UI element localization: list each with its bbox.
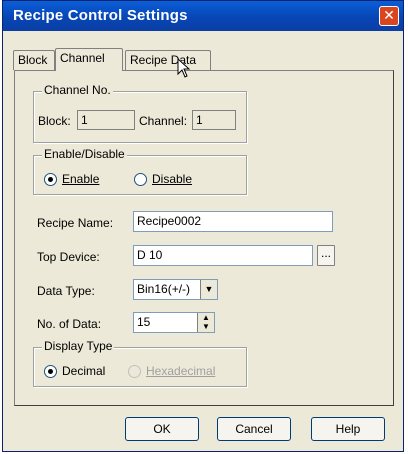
top-device-input[interactable]: D 10 bbox=[133, 245, 313, 266]
dialog-window: Recipe Control Settings ✕ Block Channel … bbox=[2, 0, 404, 452]
enable-label[interactable]: Enable bbox=[62, 172, 99, 186]
enable-disable-group: Enable/Disable Enable Disable bbox=[33, 147, 247, 195]
no-of-data-value: 15 bbox=[137, 315, 151, 329]
top-device-label: Top Device: bbox=[37, 250, 100, 264]
data-type-label: Data Type: bbox=[37, 284, 95, 298]
tab-block[interactable]: Block bbox=[13, 50, 55, 70]
block-label: Block: bbox=[38, 114, 71, 128]
cancel-button[interactable]: Cancel bbox=[217, 417, 291, 441]
no-of-data-stepper[interactable]: 15 ▲ ▼ bbox=[133, 312, 215, 333]
hexadecimal-radio bbox=[128, 365, 141, 378]
recipe-name-label: Recipe Name: bbox=[37, 216, 114, 230]
disable-radio[interactable] bbox=[134, 173, 147, 186]
chevron-down-icon[interactable]: ▼ bbox=[200, 280, 217, 299]
close-button[interactable]: ✕ bbox=[379, 6, 399, 26]
ok-button[interactable]: OK bbox=[125, 417, 199, 441]
close-icon: ✕ bbox=[383, 8, 395, 24]
data-type-value: Bin16(+/-) bbox=[137, 282, 191, 296]
help-button[interactable]: Help bbox=[311, 417, 385, 441]
enable-disable-legend: Enable/Disable bbox=[42, 147, 127, 161]
block-field: 1 bbox=[77, 110, 135, 130]
tab-channel[interactable]: Channel bbox=[55, 48, 123, 71]
recipe-name-input[interactable]: Recipe0002 bbox=[133, 211, 333, 232]
title-bar[interactable]: Recipe Control Settings ✕ bbox=[3, 1, 403, 31]
disable-label[interactable]: Disable bbox=[152, 172, 192, 186]
decimal-label[interactable]: Decimal bbox=[62, 364, 105, 378]
display-type-legend: Display Type bbox=[42, 339, 115, 353]
enable-radio[interactable] bbox=[44, 173, 57, 186]
decimal-radio[interactable] bbox=[44, 365, 57, 378]
no-of-data-label: No. of Data: bbox=[37, 317, 102, 331]
spin-arrows-icon[interactable]: ▲ ▼ bbox=[197, 313, 214, 332]
display-type-group: Display Type Decimal Hexadecimal bbox=[33, 339, 247, 387]
channel-tab-panel: Channel No. Block: 1 Channel: 1 Enable/D… bbox=[14, 70, 394, 406]
channel-label: Channel: bbox=[139, 114, 188, 128]
data-type-select[interactable]: Bin16(+/-) ▼ bbox=[133, 279, 218, 300]
mouse-cursor-icon bbox=[177, 58, 191, 78]
channel-field: 1 bbox=[192, 110, 236, 130]
channel-no-legend: Channel No. bbox=[42, 83, 113, 97]
channel-no-group: Channel No. Block: 1 Channel: 1 bbox=[33, 83, 247, 143]
tab-recipe-data[interactable]: Recipe Data bbox=[125, 50, 211, 70]
browse-button[interactable]: ... bbox=[317, 245, 335, 266]
hexadecimal-label: Hexadecimal bbox=[146, 364, 216, 378]
window-title: Recipe Control Settings bbox=[13, 7, 188, 24]
